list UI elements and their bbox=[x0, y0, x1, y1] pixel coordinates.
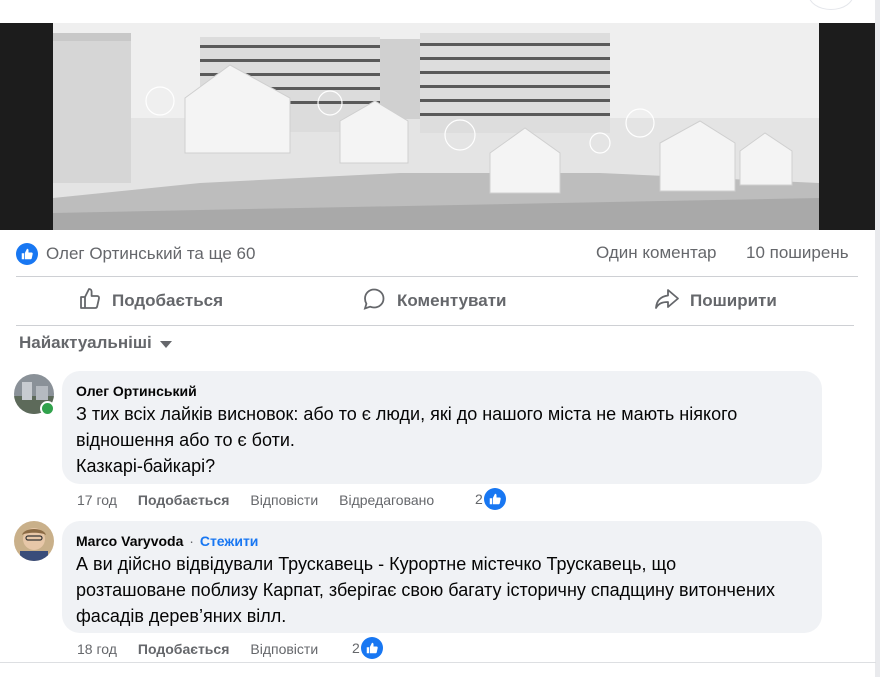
profile-button[interactable] bbox=[808, 0, 854, 10]
comment-edited-label[interactable]: Відредаговано bbox=[339, 492, 434, 508]
comment-time[interactable]: 18 год bbox=[77, 641, 117, 657]
comment-line: розташоване поблизу Карпат, зберігає сво… bbox=[76, 580, 775, 600]
comment-reply-button[interactable]: Відповісти bbox=[250, 641, 318, 657]
divider bbox=[16, 276, 858, 277]
comment-actions: 18 год Подобається Відповісти bbox=[77, 641, 339, 657]
comment-line: З тих всіх лайків висновок: або то є люд… bbox=[76, 404, 738, 424]
comment-time[interactable]: 17 год bbox=[77, 492, 117, 508]
comment-like-button[interactable]: Подобається bbox=[138, 641, 229, 657]
comment-line: Казкарі-байкарі? bbox=[76, 456, 216, 476]
architecture-model-image bbox=[0, 23, 876, 230]
comment-line: фасадів дерев’яних вілл. bbox=[76, 606, 287, 626]
caret-down-icon bbox=[159, 341, 172, 348]
comment-line: відношення або то є боти. bbox=[76, 430, 295, 450]
divider bbox=[0, 662, 876, 663]
comment-header: Marco Varyvoda · Стежити bbox=[76, 533, 258, 549]
like-reaction-icon bbox=[360, 637, 383, 659]
post-photo[interactable] bbox=[0, 23, 876, 230]
reaction-count: 2 bbox=[352, 640, 360, 656]
shares-count[interactable]: 10 поширень bbox=[746, 243, 849, 263]
online-status-dot bbox=[40, 401, 55, 416]
like-label: Подобається bbox=[112, 291, 224, 310]
comment-reactions[interactable]: 2 bbox=[475, 488, 506, 510]
comment-bubble: Олег Ортинський З тих всіх лайків виснов… bbox=[62, 371, 822, 484]
share-arrow-icon bbox=[654, 287, 680, 316]
comment-sort-dropdown[interactable]: Найактуальніші bbox=[19, 333, 172, 353]
like-reaction-icon bbox=[483, 488, 506, 510]
reactions-text: Олег Ортинський та ще 60 bbox=[46, 244, 256, 263]
divider bbox=[16, 325, 854, 326]
reactions-summary[interactable]: Олег Ортинський та ще 60 bbox=[16, 242, 255, 266]
comment-text: З тих всіх лайків висновок: або то є люд… bbox=[76, 401, 737, 479]
comment-reactions[interactable]: 2 bbox=[352, 637, 383, 659]
scrollbar[interactable] bbox=[875, 0, 880, 677]
like-reaction-icon bbox=[16, 243, 38, 265]
comments-count[interactable]: Один коментар bbox=[596, 243, 717, 263]
comment-button[interactable]: Коментувати bbox=[362, 284, 507, 318]
reaction-count: 2 bbox=[475, 491, 483, 507]
comment-bubble-icon bbox=[362, 287, 386, 316]
share-label: Поширити bbox=[690, 291, 777, 310]
thumbs-up-icon bbox=[78, 287, 102, 316]
sort-label: Найактуальніші bbox=[19, 333, 152, 352]
follow-button[interactable]: Стежити bbox=[200, 533, 259, 549]
share-button[interactable]: Поширити bbox=[654, 284, 777, 318]
comment-like-button[interactable]: Подобається bbox=[138, 492, 229, 508]
avatar[interactable] bbox=[14, 521, 54, 561]
comment-reply-button[interactable]: Відповісти bbox=[250, 492, 318, 508]
comment-actions: 17 год Подобається Відповісти Відредагов… bbox=[77, 492, 455, 508]
comment-author[interactable]: Олег Ортинський bbox=[76, 383, 197, 399]
like-button[interactable]: Подобається bbox=[78, 284, 223, 318]
comment-line: А ви дійсно відвідували Трускавець - Кур… bbox=[76, 554, 677, 574]
comment-label: Коментувати bbox=[397, 291, 507, 310]
separator-dot: · bbox=[189, 533, 194, 549]
comment-text: А ви дійсно відвідували Трускавець - Кур… bbox=[76, 551, 775, 629]
comment-bubble: Marco Varyvoda · Стежити А ви дійсно від… bbox=[62, 521, 822, 633]
comment-author[interactable]: Marco Varyvoda bbox=[76, 533, 183, 549]
